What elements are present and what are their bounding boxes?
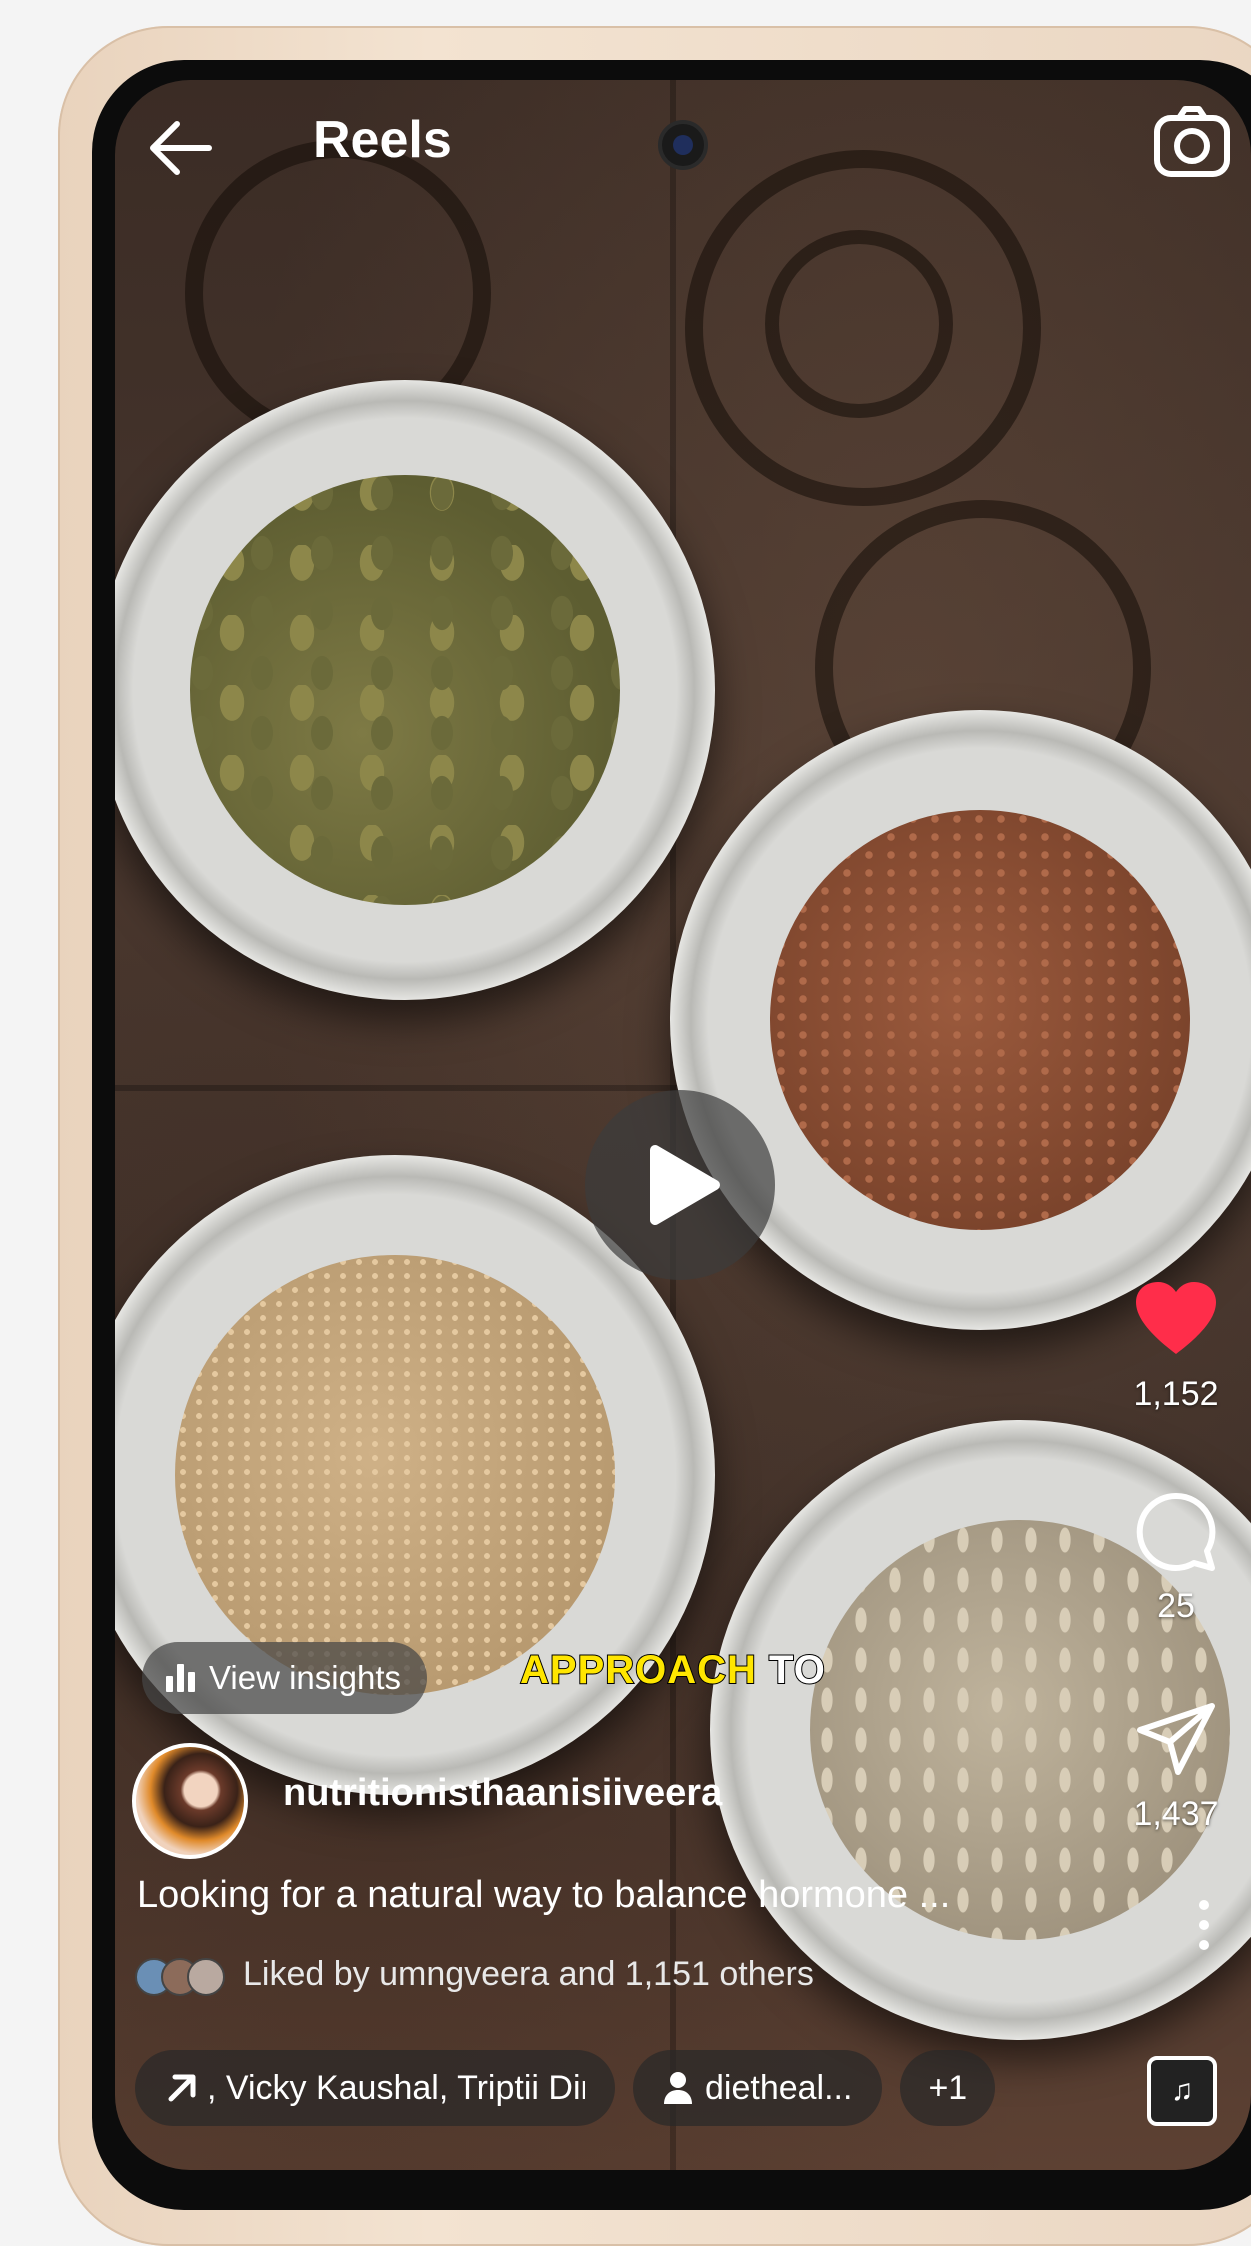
person-tag-pill[interactable]: dietheal... bbox=[633, 2050, 883, 2126]
reel-screen[interactable]: Reels 1,152 25 1,437 View insights APPRO… bbox=[115, 80, 1251, 2170]
audio-thumbnail[interactable]: ♫ bbox=[1147, 2056, 1217, 2126]
play-button[interactable] bbox=[585, 1090, 775, 1280]
more-tags-pill[interactable]: +1 bbox=[900, 2050, 996, 2126]
comment-icon bbox=[1136, 1492, 1216, 1571]
comment-action[interactable]: 25 bbox=[1101, 1490, 1251, 1626]
back-button[interactable] bbox=[143, 118, 215, 189]
video-caption: APPROACH TO bbox=[519, 1647, 826, 1693]
view-insights-label: View insights bbox=[209, 1659, 401, 1696]
tag-pills: , Vicky Kaushal, Triptii Dimi dietheal..… bbox=[135, 2050, 996, 2126]
more-tags-label: +1 bbox=[928, 2068, 968, 2107]
like-action[interactable]: 1,152 bbox=[1101, 1280, 1251, 1414]
like-count: 1,152 bbox=[1133, 1375, 1219, 1413]
avatar[interactable] bbox=[132, 1743, 248, 1859]
person-tag-label: dietheal... bbox=[705, 2068, 853, 2107]
comment-count: 25 bbox=[1157, 1587, 1195, 1625]
reels-header: Reels bbox=[115, 80, 1251, 230]
camera-button[interactable] bbox=[1151, 102, 1233, 189]
more-options-button[interactable] bbox=[1197, 1898, 1211, 1957]
post-description[interactable]: Looking for a natural way to balance hor… bbox=[137, 1874, 1077, 1917]
front-camera-lens bbox=[658, 120, 708, 170]
pumpkin-seeds bbox=[190, 475, 620, 905]
send-icon bbox=[1137, 1703, 1215, 1775]
caption-highlight: APPROACH bbox=[519, 1647, 757, 1693]
share-count: 1,437 bbox=[1133, 1795, 1219, 1833]
music-note-icon: ♫ bbox=[1170, 2074, 1194, 2107]
bowl-pumpkin-seeds bbox=[115, 380, 715, 1000]
heart-icon bbox=[1136, 1282, 1216, 1354]
username[interactable]: nutritionisthaanisiiveera bbox=[283, 1772, 722, 1815]
share-action[interactable]: 1,437 bbox=[1101, 1700, 1251, 1834]
page-title: Reels bbox=[313, 111, 452, 169]
play-icon bbox=[650, 1145, 720, 1225]
liked-by-text: Liked by umngveera and 1,151 others bbox=[243, 1954, 814, 1993]
view-insights-button[interactable]: View insights bbox=[142, 1642, 427, 1714]
caption-text: TO bbox=[756, 1647, 826, 1693]
person-icon bbox=[664, 2072, 692, 2104]
liked-by-row[interactable]: Liked by umngveera and 1,151 others bbox=[135, 1954, 814, 1996]
wood-carving bbox=[765, 230, 953, 418]
liker-avatars bbox=[135, 1954, 225, 1996]
bar-chart-icon bbox=[166, 1664, 195, 1692]
flax-seeds bbox=[770, 810, 1190, 1230]
more-vertical-icon bbox=[1199, 1900, 1209, 1950]
camera-icon bbox=[1154, 106, 1230, 177]
sesame-seeds bbox=[175, 1255, 615, 1695]
collab-label: , Vicky Kaushal, Triptii Dimi bbox=[207, 2068, 585, 2107]
collab-pill[interactable]: , Vicky Kaushal, Triptii Dimi bbox=[135, 2050, 615, 2126]
arrow-left-icon bbox=[150, 121, 212, 175]
arrow-up-right-icon bbox=[168, 2074, 196, 2102]
